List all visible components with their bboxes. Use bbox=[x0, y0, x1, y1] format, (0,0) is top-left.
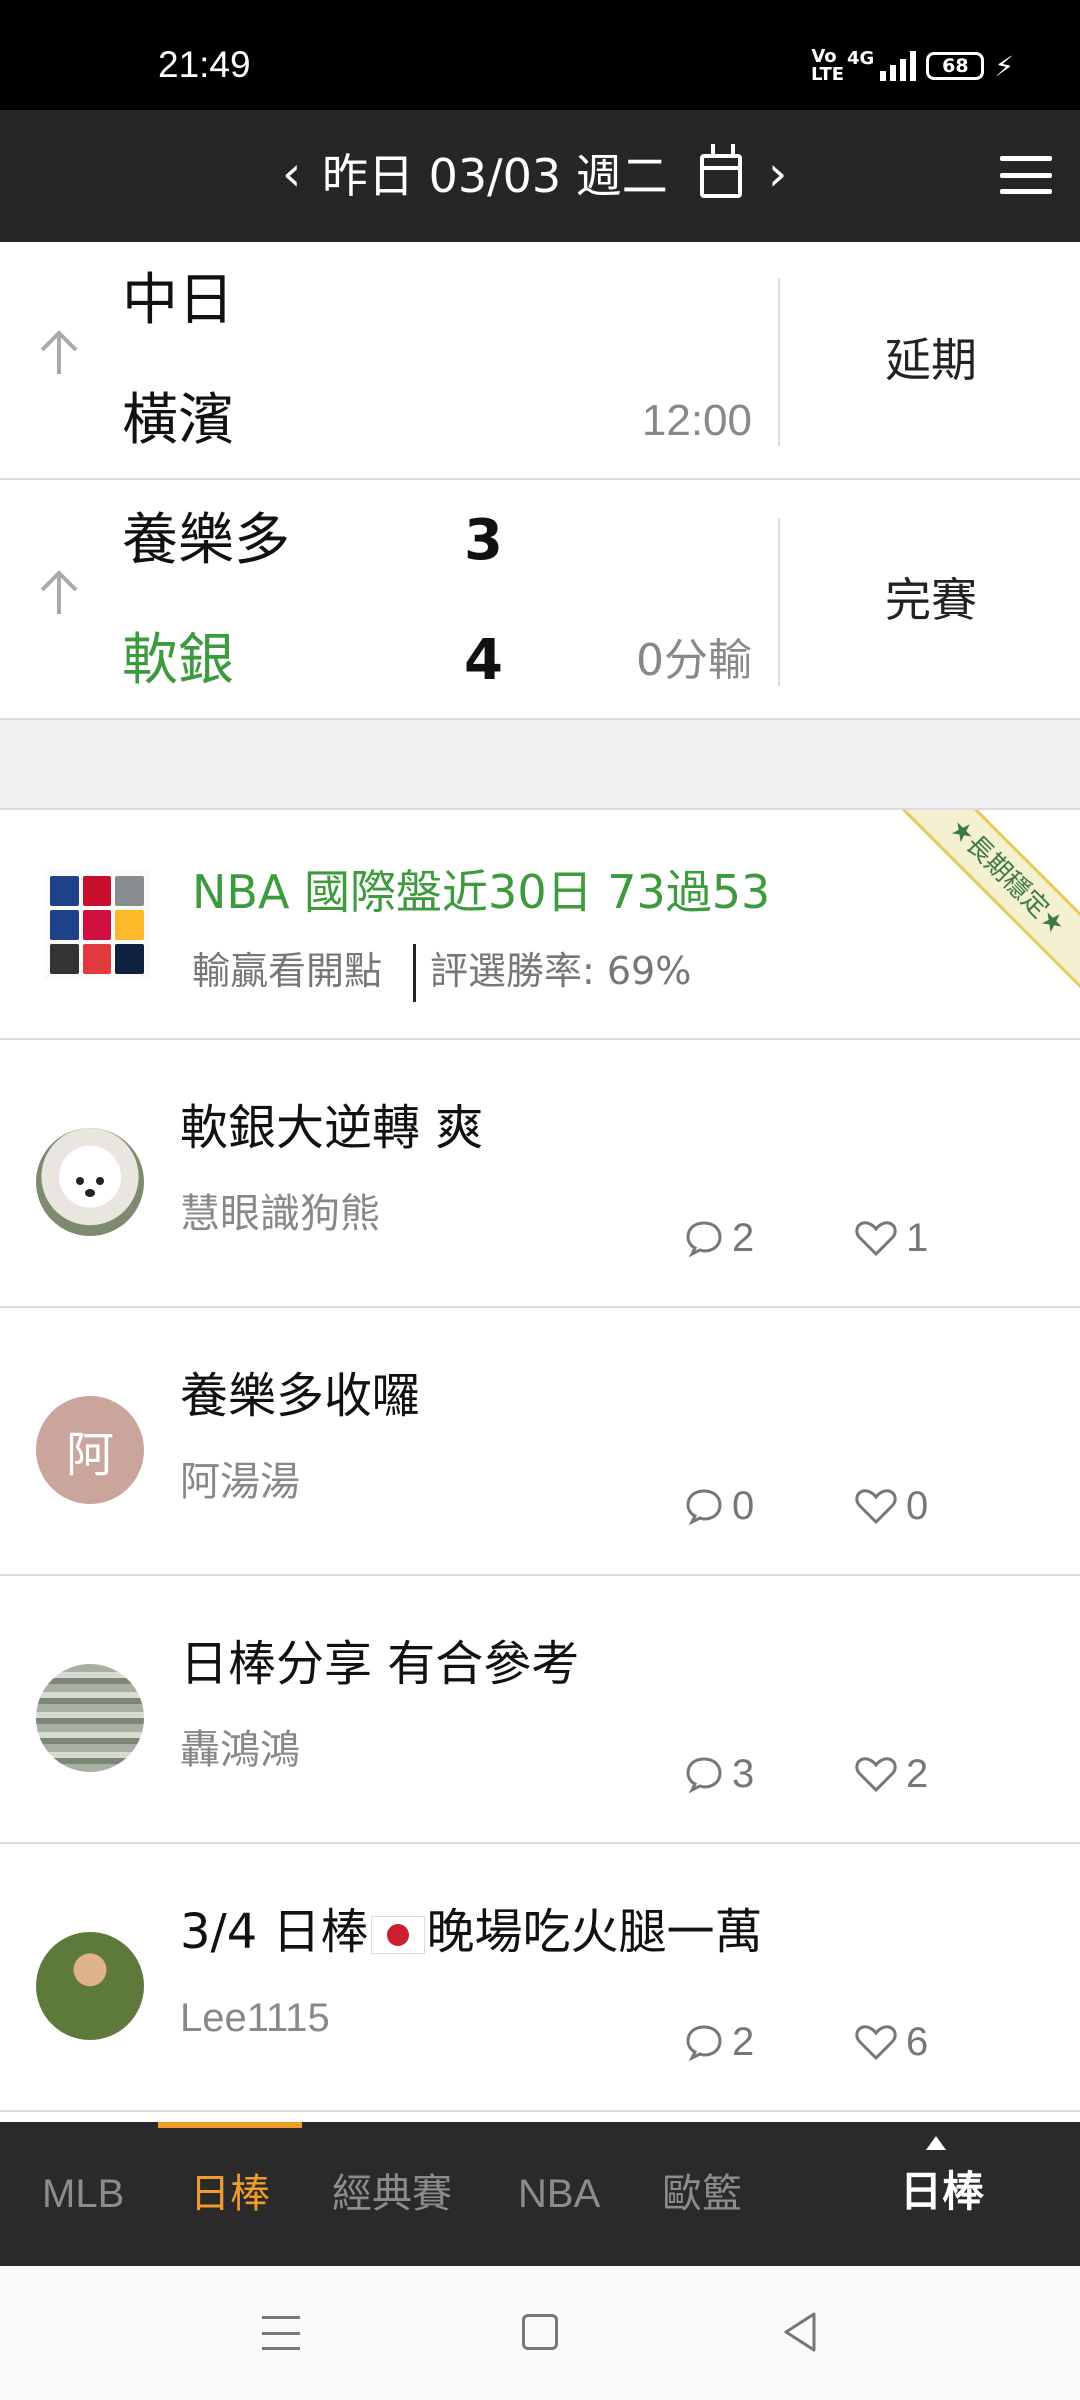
avatar[interactable]: 阿 bbox=[36, 1396, 144, 1504]
featured-banner[interactable]: NBA 國際盤近30日 73過53 輸贏看開點 評選勝率: 69% ★長期穩定★ bbox=[0, 810, 1080, 1040]
status-bar: 21:49 Vo LTE 4G 68 ⚡ bbox=[0, 0, 1080, 110]
game-row[interactable]: 中日 橫濱 12:00 延期 bbox=[0, 242, 1080, 480]
post-author[interactable]: 阿湯湯 bbox=[180, 1454, 300, 1510]
comment-count[interactable]: 2 bbox=[684, 2016, 754, 2068]
list-item[interactable]: 阿 養樂多收囉 阿湯湯 0 0 bbox=[0, 1308, 1080, 1576]
tab-euroleague[interactable]: 歐籃 bbox=[662, 2166, 742, 2222]
team-home: 橫濱 bbox=[122, 388, 234, 453]
section-gap bbox=[0, 720, 1080, 810]
home-icon[interactable] bbox=[522, 2314, 558, 2350]
prev-day-button[interactable]: ‹ bbox=[282, 144, 301, 204]
heart-icon bbox=[855, 2025, 897, 2061]
banner-title: NBA 國際盤近30日 73過53 bbox=[192, 865, 771, 919]
game-row[interactable]: 養樂多 3 軟銀 4 0分輸 完賽 bbox=[0, 482, 1080, 720]
post-author[interactable]: Lee1115 bbox=[180, 1990, 330, 2046]
tab-nba[interactable]: NBA bbox=[518, 2166, 600, 2222]
avatar[interactable] bbox=[36, 1932, 144, 2040]
calendar-icon[interactable] bbox=[700, 144, 742, 198]
arrow-up-icon[interactable] bbox=[36, 328, 82, 378]
team-away: 養樂多 bbox=[122, 508, 290, 573]
status-time: 21:49 bbox=[158, 44, 251, 85]
banner-win-rate: 評選勝率: 69% bbox=[430, 949, 692, 993]
nba-teams-logo bbox=[44, 870, 150, 980]
volte-icon: Vo LTE bbox=[811, 46, 845, 85]
divider bbox=[778, 278, 780, 446]
active-tab-indicator bbox=[158, 2122, 302, 2128]
arrow-up-icon[interactable] bbox=[36, 568, 82, 618]
team-away: 中日 bbox=[122, 268, 234, 333]
next-day-button[interactable]: › bbox=[768, 144, 787, 204]
league-picker[interactable]: 日棒 bbox=[900, 2162, 984, 2222]
heart-icon bbox=[855, 1489, 897, 1525]
score-home: 4 bbox=[464, 628, 503, 693]
game-time: 12:00 bbox=[641, 396, 752, 445]
post-title[interactable]: 養樂多收囉 bbox=[180, 1364, 420, 1428]
heart-icon bbox=[855, 1221, 897, 1257]
tab-npb[interactable]: 日棒 bbox=[190, 2166, 270, 2222]
game-status: 完賽 bbox=[885, 573, 977, 627]
battery-icon: 68 bbox=[926, 52, 985, 80]
dog-face-icon bbox=[76, 1177, 104, 1197]
comment-count[interactable]: 3 bbox=[684, 1748, 754, 1800]
post-author[interactable]: 轟鴻鴻 bbox=[180, 1722, 300, 1778]
post-title[interactable]: 3/4 日棒 晚場吃火腿一萬 bbox=[180, 1900, 763, 1964]
date-header: ‹ 昨日 03/03 週二 › bbox=[0, 110, 1080, 242]
avatar[interactable] bbox=[36, 1664, 144, 1772]
like-count[interactable]: 1 bbox=[854, 1212, 928, 1264]
like-count[interactable]: 0 bbox=[854, 1480, 928, 1532]
post-author[interactable]: 慧眼識狗熊 bbox=[180, 1186, 380, 1242]
date-label[interactable]: 昨日 03/03 週二 bbox=[322, 148, 668, 204]
list-item[interactable]: 軟銀大逆轉 爽 慧眼識狗熊 2 1 bbox=[0, 1040, 1080, 1308]
comment-icon bbox=[686, 1757, 722, 1794]
comment-icon bbox=[686, 2025, 722, 2062]
caret-up-icon[interactable] bbox=[926, 2136, 946, 2150]
like-count[interactable]: 6 bbox=[854, 2016, 928, 2068]
league-tab-bar: MLB 日棒 經典賽 NBA 歐籃 日棒 bbox=[0, 2122, 1080, 2266]
tab-mlb[interactable]: MLB bbox=[42, 2166, 124, 2222]
comment-count[interactable]: 0 bbox=[684, 1480, 754, 1532]
divider bbox=[778, 518, 780, 686]
heart-icon bbox=[855, 1757, 897, 1793]
charging-icon: ⚡ bbox=[994, 49, 1014, 83]
japan-flag-icon bbox=[370, 1916, 425, 1954]
banner-subtitle: 輸贏看開點 bbox=[192, 949, 383, 993]
post-title[interactable]: 軟銀大逆轉 爽 bbox=[180, 1096, 483, 1160]
signal-icon bbox=[880, 51, 917, 81]
recent-apps-icon[interactable] bbox=[262, 2316, 300, 2350]
network-type: 4G bbox=[847, 48, 875, 69]
hamburger-menu-icon[interactable] bbox=[1000, 156, 1052, 194]
tab-classic[interactable]: 經典賽 bbox=[332, 2166, 452, 2222]
team-home: 軟銀 bbox=[122, 628, 234, 693]
avatar[interactable] bbox=[36, 1128, 144, 1236]
game-status: 延期 bbox=[885, 333, 977, 387]
score-away: 3 bbox=[464, 508, 503, 573]
list-item[interactable]: 3/4 日棒 晚場吃火腿一萬 Lee1115 2 6 bbox=[0, 1844, 1080, 2112]
post-title[interactable]: 日棒分享 有合參考 bbox=[180, 1632, 579, 1696]
list-item[interactable]: 日棒分享 有合參考 轟鴻鴻 3 2 bbox=[0, 1576, 1080, 1844]
ribbon-badge: ★長期穩定★ bbox=[892, 810, 1080, 992]
back-icon[interactable] bbox=[780, 2310, 820, 2354]
divider bbox=[413, 944, 416, 1002]
comment-icon bbox=[686, 1489, 722, 1526]
system-nav-bar bbox=[0, 2266, 1080, 2400]
comment-count[interactable]: 2 bbox=[684, 1212, 754, 1264]
game-result-note: 0分輸 bbox=[636, 635, 752, 686]
like-count[interactable]: 2 bbox=[854, 1748, 928, 1800]
status-icons: Vo LTE 4G 68 ⚡ bbox=[811, 48, 1014, 84]
comment-icon bbox=[686, 1221, 722, 1258]
